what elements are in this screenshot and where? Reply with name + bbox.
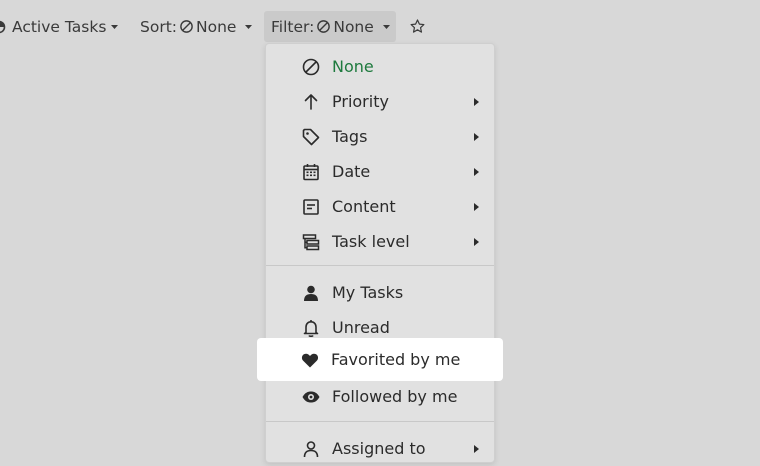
filter-option-none[interactable]: None	[266, 50, 494, 84]
filter-option-tags[interactable]: Tags	[266, 120, 494, 154]
menu-divider	[266, 421, 494, 422]
none-circle-icon	[180, 20, 193, 33]
calendar-icon	[301, 162, 321, 182]
hierarchy-icon	[301, 232, 321, 252]
filter-option-priority[interactable]: Priority	[266, 85, 494, 119]
submenu-arrow-icon	[474, 445, 479, 453]
filter-option-favorited[interactable]: Favorited by me	[265, 343, 493, 377]
none-circle-icon	[317, 20, 331, 33]
none-circle-icon	[301, 57, 321, 77]
filter-option-my-tasks[interactable]: My Tasks	[266, 276, 494, 310]
filter-option-label: Assigned to	[332, 439, 426, 458]
filter-option-label: My Tasks	[332, 283, 404, 302]
person-outline-icon	[301, 439, 321, 459]
filter-menu: None Priority Tags Date Content Task lev	[265, 43, 495, 463]
filter-option-label: Unread	[332, 318, 390, 337]
caret-down-icon	[111, 24, 119, 29]
star-icon	[410, 19, 424, 33]
filter-option-label: Priority	[332, 92, 389, 111]
tag-icon	[301, 127, 321, 147]
sort-button[interactable]: Sort: None	[140, 11, 253, 42]
eye-icon	[301, 387, 321, 407]
person-icon	[301, 283, 321, 303]
arrow-up-icon	[301, 92, 321, 112]
filter-option-date[interactable]: Date	[266, 155, 494, 189]
filter-option-label: Followed by me	[332, 387, 458, 406]
bell-icon	[301, 318, 321, 338]
filter-prefix: Filter:	[271, 17, 315, 36]
menu-divider	[266, 265, 494, 266]
submenu-arrow-icon	[474, 98, 479, 106]
filter-value: None	[333, 17, 374, 36]
view-selector-button[interactable]: Active Tasks	[0, 11, 119, 42]
sort-prefix: Sort:	[140, 17, 177, 36]
favorite-star-button[interactable]	[406, 11, 428, 42]
caret-down-icon	[245, 24, 253, 29]
submenu-arrow-icon	[474, 238, 479, 246]
pie-chart-icon	[0, 20, 6, 33]
submenu-arrow-icon	[474, 168, 479, 176]
document-icon	[301, 197, 321, 217]
caret-down-icon	[382, 24, 390, 29]
filter-option-followed[interactable]: Followed by me	[266, 380, 494, 414]
submenu-arrow-icon	[474, 203, 479, 211]
filter-option-label: None	[332, 57, 374, 76]
filter-option-label: Task level	[332, 232, 410, 251]
submenu-arrow-icon	[474, 133, 479, 141]
highlighted-menu-row: Favorited by me	[257, 338, 503, 381]
filter-button[interactable]: Filter: None	[264, 11, 396, 42]
filter-option-assigned-to[interactable]: Assigned to	[266, 432, 494, 466]
sort-value: None	[196, 17, 237, 36]
filter-option-label: Favorited by me	[331, 350, 461, 369]
view-selector-label: Active Tasks	[12, 17, 107, 36]
filter-option-label: Tags	[332, 127, 368, 146]
heart-icon	[300, 350, 320, 370]
filter-option-label: Content	[332, 197, 396, 216]
filter-option-content[interactable]: Content	[266, 190, 494, 224]
filter-option-task-level[interactable]: Task level	[266, 225, 494, 259]
filter-option-label: Date	[332, 162, 371, 181]
